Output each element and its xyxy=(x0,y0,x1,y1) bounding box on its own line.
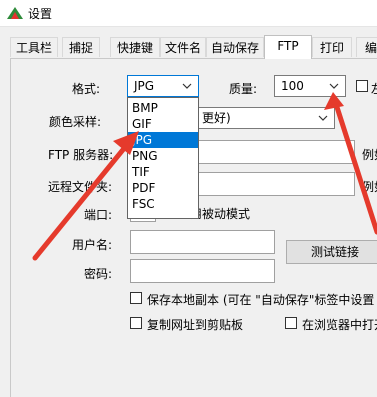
app-logo-icon xyxy=(7,7,23,19)
format-option-pdf[interactable]: PDF xyxy=(128,180,198,196)
remote-folder-label-colon: : xyxy=(108,180,113,194)
format-option-png[interactable]: PNG xyxy=(128,148,198,164)
extra-option-label: 左 xyxy=(371,80,377,97)
ftp-server-label: FTP 服务器: xyxy=(48,148,114,162)
username-label: 用户名: xyxy=(72,238,113,252)
tab-autosave[interactable]: 自动保存 xyxy=(206,37,264,57)
password-input[interactable] xyxy=(130,259,275,283)
chevron-down-icon xyxy=(329,83,339,89)
format-option-jpg[interactable]: JPG xyxy=(128,132,198,148)
color-sampling-value: 更好) xyxy=(202,111,231,125)
title-bar: 设置 xyxy=(0,0,377,27)
chevron-down-icon xyxy=(318,115,328,121)
tab-ftp[interactable]: FTP xyxy=(264,35,312,59)
extra-option-checkbox[interactable] xyxy=(356,80,368,92)
tab-strip: 工具栏 捕捉 快捷键 文件名 自动保存 FTP 打印 编 xyxy=(0,35,377,59)
copy-url-label: 复制网址到剪贴板 xyxy=(147,318,244,332)
save-local-copy-label: 保存本地副本 (可在 "自动保存"标签中设置 xyxy=(147,293,375,307)
tab-edit[interactable]: 编 xyxy=(356,37,377,57)
port-label: 端口: xyxy=(84,208,113,222)
open-in-browser-checkbox[interactable] xyxy=(285,317,297,329)
format-option-bmp[interactable]: BMP xyxy=(128,100,198,116)
format-select[interactable]: JPG xyxy=(127,75,199,97)
remote-folder-hint: 例如 xyxy=(362,180,377,194)
window-title: 设置 xyxy=(28,7,53,21)
tab-shortcuts[interactable]: 快捷键 xyxy=(110,37,160,57)
copy-url-checkbox[interactable] xyxy=(130,317,142,329)
tab-toolbar[interactable]: 工具栏 xyxy=(10,37,58,57)
test-link-button[interactable]: 测试链接 xyxy=(286,240,377,264)
format-option-tif[interactable]: TIF xyxy=(128,164,198,180)
remote-folder-label-text: 远程文件夹 xyxy=(48,180,109,194)
save-local-copy-checkbox[interactable] xyxy=(130,292,142,304)
format-option-gif[interactable]: GIF xyxy=(128,116,198,132)
remote-folder-label: 远程文件夹: xyxy=(48,178,112,195)
tab-filename[interactable]: 文件名 xyxy=(160,37,206,57)
quality-value: 100 xyxy=(281,79,304,93)
format-dropdown-list: BMP GIF JPG PNG TIF PDF FSC xyxy=(127,97,199,219)
color-sampling-label: 颜色采样: xyxy=(49,115,102,129)
format-value: JPG xyxy=(134,79,155,93)
ftp-server-hint: 例如 xyxy=(362,148,377,162)
quality-label: 质量: xyxy=(229,82,258,96)
format-label: 格式: xyxy=(72,82,101,96)
username-input[interactable] xyxy=(130,230,275,254)
open-in-browser-label: 在浏览器中打开 xyxy=(302,318,377,332)
tab-capture[interactable]: 捕捉 xyxy=(62,37,100,57)
passive-mode-label: 用被动模式 xyxy=(190,207,251,221)
quality-select[interactable]: 100 xyxy=(274,75,346,97)
chevron-down-icon xyxy=(182,83,192,89)
tab-print[interactable]: 打印 xyxy=(312,37,352,57)
format-option-fsc[interactable]: FSC xyxy=(128,196,198,212)
password-label: 密码: xyxy=(84,267,113,281)
